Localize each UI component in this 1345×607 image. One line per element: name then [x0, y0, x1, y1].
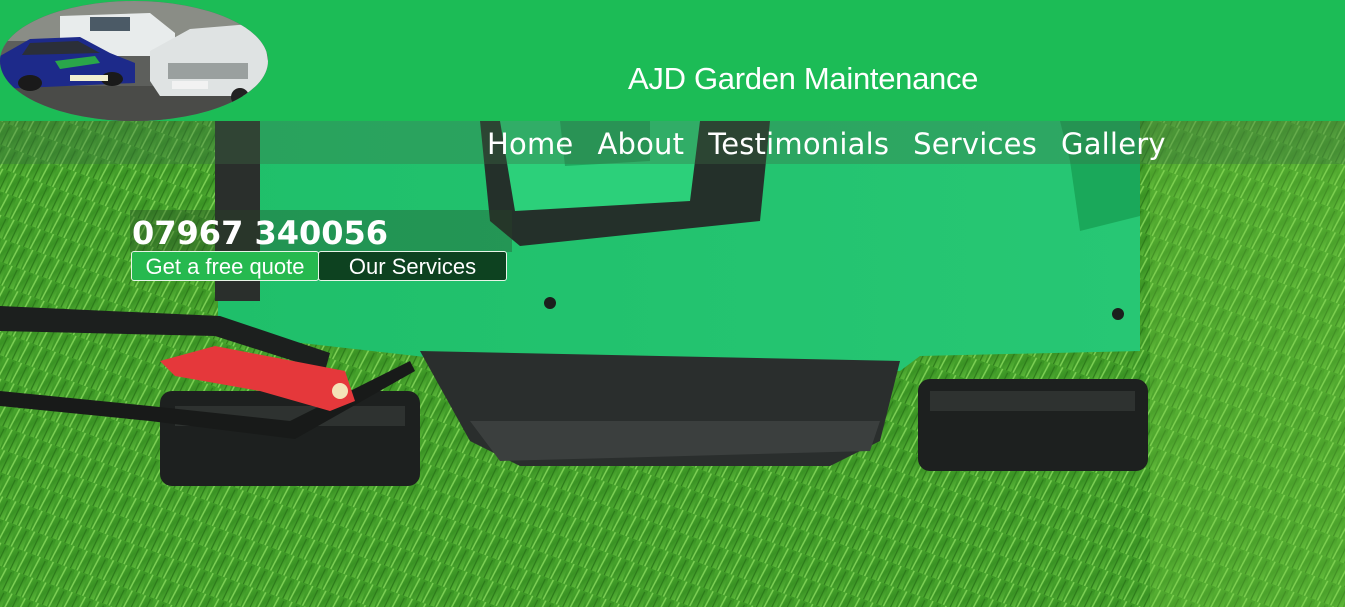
get-quote-button[interactable]: Get a free quote — [131, 251, 319, 281]
hero-lawnmower-image — [0, 121, 1345, 607]
nav-about[interactable]: About — [585, 124, 696, 164]
lawnmower-photo-icon — [0, 121, 1345, 607]
site-header: AJD Garden Maintenance — [0, 0, 1345, 121]
our-services-button[interactable]: Our Services — [318, 251, 507, 281]
nav-services[interactable]: Services — [901, 124, 1049, 164]
logo-image[interactable] — [0, 1, 268, 121]
phone-number[interactable]: 07967 340056 — [132, 213, 388, 253]
nav-gallery[interactable]: Gallery — [1049, 124, 1178, 164]
site-title[interactable]: AJD Garden Maintenance — [628, 60, 978, 98]
nav-home[interactable]: Home — [475, 124, 585, 164]
main-nav: Home About Testimonials Services Gallery — [475, 124, 1178, 164]
logo-photo-vans-icon — [0, 1, 268, 121]
nav-testimonials[interactable]: Testimonials — [696, 124, 901, 164]
